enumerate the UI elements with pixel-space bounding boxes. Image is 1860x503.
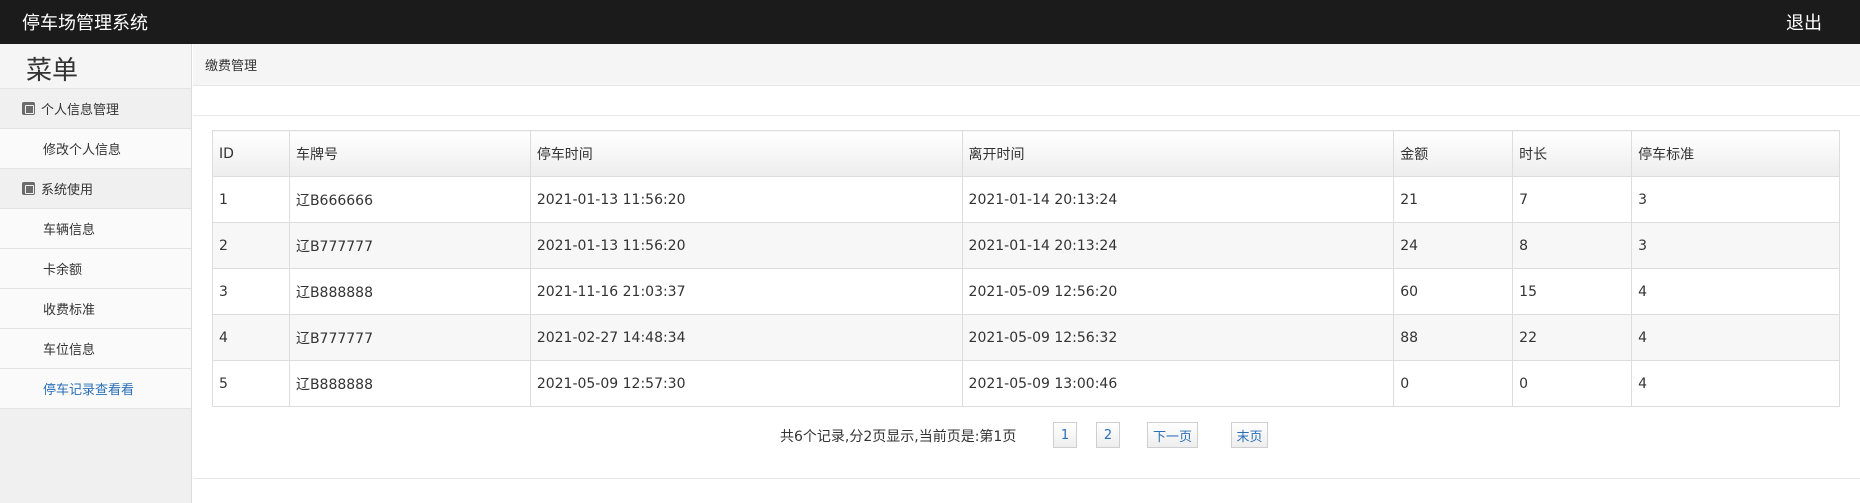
- sidebar-group-system-use[interactable]: 系统使用: [0, 169, 191, 209]
- main-content: 缴费管理 ID 车牌号 停车时间 离开时间 金额 时长 停车标准 1 辽B666…: [193, 44, 1860, 503]
- pagination: 共6个记录,分2页显示,当前页是:第1页 1 2 下一页 末页: [193, 422, 1860, 448]
- sidebar-item-vehicle-info[interactable]: 车辆信息: [0, 209, 191, 249]
- user-card-icon: [22, 102, 35, 115]
- cell-plate: 辽B888888: [288, 268, 531, 315]
- page-1-button[interactable]: 1: [1053, 422, 1077, 448]
- cell-id: 3: [212, 268, 290, 315]
- parking-records-table: ID 车牌号 停车时间 离开时间 金额 时长 停车标准 1 辽B666666 2…: [212, 130, 1840, 407]
- column-header-park-time[interactable]: 停车时间: [529, 130, 963, 177]
- cell-plate: 辽B666666: [288, 176, 531, 223]
- cell-standard: 4: [1631, 314, 1840, 361]
- sidebar-group-label: 系统使用: [41, 183, 94, 198]
- pagination-info: 共6个记录,分2页显示,当前页是:第1页: [780, 429, 1017, 445]
- cell-id: 5: [212, 360, 290, 407]
- cell-duration: 8: [1512, 222, 1633, 269]
- logout-link[interactable]: 退出: [1786, 9, 1822, 35]
- table-row: 2 辽B777777 2021-01-13 11:56:20 2021-01-1…: [212, 222, 1840, 269]
- cell-plate: 辽B777777: [288, 222, 531, 269]
- cell-amount: 60: [1393, 268, 1514, 315]
- table-row: 4 辽B777777 2021-02-27 14:48:34 2021-05-0…: [212, 314, 1840, 361]
- column-header-amount[interactable]: 金额: [1393, 130, 1514, 177]
- divider: [193, 478, 1860, 479]
- breadcrumb: 缴费管理: [193, 44, 1860, 86]
- cell-leave-time: 2021-05-09 12:56:32: [961, 314, 1395, 361]
- cell-park-time: 2021-01-13 11:56:20: [529, 176, 963, 223]
- table-row: 3 辽B888888 2021-11-16 21:03:37 2021-05-0…: [212, 268, 1840, 315]
- sidebar-item-space-info[interactable]: 车位信息: [0, 329, 191, 369]
- table-row: 5 辽B888888 2021-05-09 12:57:30 2021-05-0…: [212, 360, 1840, 407]
- cell-amount: 21: [1393, 176, 1514, 223]
- cell-duration: 15: [1512, 268, 1633, 315]
- sidebar-group-label: 个人信息管理: [41, 103, 120, 118]
- column-header-id[interactable]: ID: [212, 130, 290, 177]
- cell-park-time: 2021-01-13 11:56:20: [529, 222, 963, 269]
- app-title: 停车场管理系统: [22, 13, 148, 34]
- cell-amount: 88: [1393, 314, 1514, 361]
- sidebar: 菜单 个人信息管理 修改个人信息 系统使用 车辆信息 卡余额 收费标准 车位信息…: [0, 44, 192, 503]
- divider: [193, 115, 1860, 116]
- cell-standard: 4: [1631, 360, 1840, 407]
- column-header-standard[interactable]: 停车标准: [1631, 130, 1840, 177]
- sidebar-menu-title: 菜单: [0, 44, 191, 89]
- cell-park-time: 2021-11-16 21:03:37: [529, 268, 963, 315]
- user-card-icon: [22, 182, 35, 195]
- cell-plate: 辽B777777: [288, 314, 531, 361]
- sidebar-item-card-balance[interactable]: 卡余额: [0, 249, 191, 289]
- cell-amount: 0: [1393, 360, 1514, 407]
- sidebar-item-fee-standard[interactable]: 收费标准: [0, 289, 191, 329]
- cell-leave-time: 2021-05-09 12:56:20: [961, 268, 1395, 315]
- cell-leave-time: 2021-05-09 13:00:46: [961, 360, 1395, 407]
- sidebar-item-edit-profile[interactable]: 修改个人信息: [0, 129, 191, 169]
- sidebar-item-parking-records[interactable]: 停车记录查看看: [0, 369, 191, 409]
- cell-id: 1: [212, 176, 290, 223]
- column-header-plate[interactable]: 车牌号: [288, 130, 531, 177]
- last-page-button[interactable]: 末页: [1231, 422, 1268, 448]
- column-header-leave-time[interactable]: 离开时间: [961, 130, 1395, 177]
- cell-standard: 3: [1631, 176, 1840, 223]
- cell-park-time: 2021-02-27 14:48:34: [529, 314, 963, 361]
- table-header-row: ID 车牌号 停车时间 离开时间 金额 时长 停车标准: [212, 130, 1840, 177]
- cell-id: 2: [212, 222, 290, 269]
- cell-duration: 22: [1512, 314, 1633, 361]
- cell-plate: 辽B888888: [288, 360, 531, 407]
- cell-leave-time: 2021-01-14 20:13:24: [961, 222, 1395, 269]
- cell-id: 4: [212, 314, 290, 361]
- page-2-button[interactable]: 2: [1096, 422, 1120, 448]
- cell-standard: 3: [1631, 222, 1840, 269]
- table-row: 1 辽B666666 2021-01-13 11:56:20 2021-01-1…: [212, 176, 1840, 223]
- breadcrumb-label: 缴费管理: [205, 59, 258, 74]
- cell-park-time: 2021-05-09 12:57:30: [529, 360, 963, 407]
- sidebar-group-personal-info[interactable]: 个人信息管理: [0, 89, 191, 129]
- top-navbar: 停车场管理系统 退出: [0, 0, 1860, 44]
- cell-duration: 7: [1512, 176, 1633, 223]
- cell-standard: 4: [1631, 268, 1840, 315]
- column-header-duration[interactable]: 时长: [1512, 130, 1633, 177]
- cell-amount: 24: [1393, 222, 1514, 269]
- cell-leave-time: 2021-01-14 20:13:24: [961, 176, 1395, 223]
- next-page-button[interactable]: 下一页: [1147, 422, 1198, 448]
- cell-duration: 0: [1512, 360, 1633, 407]
